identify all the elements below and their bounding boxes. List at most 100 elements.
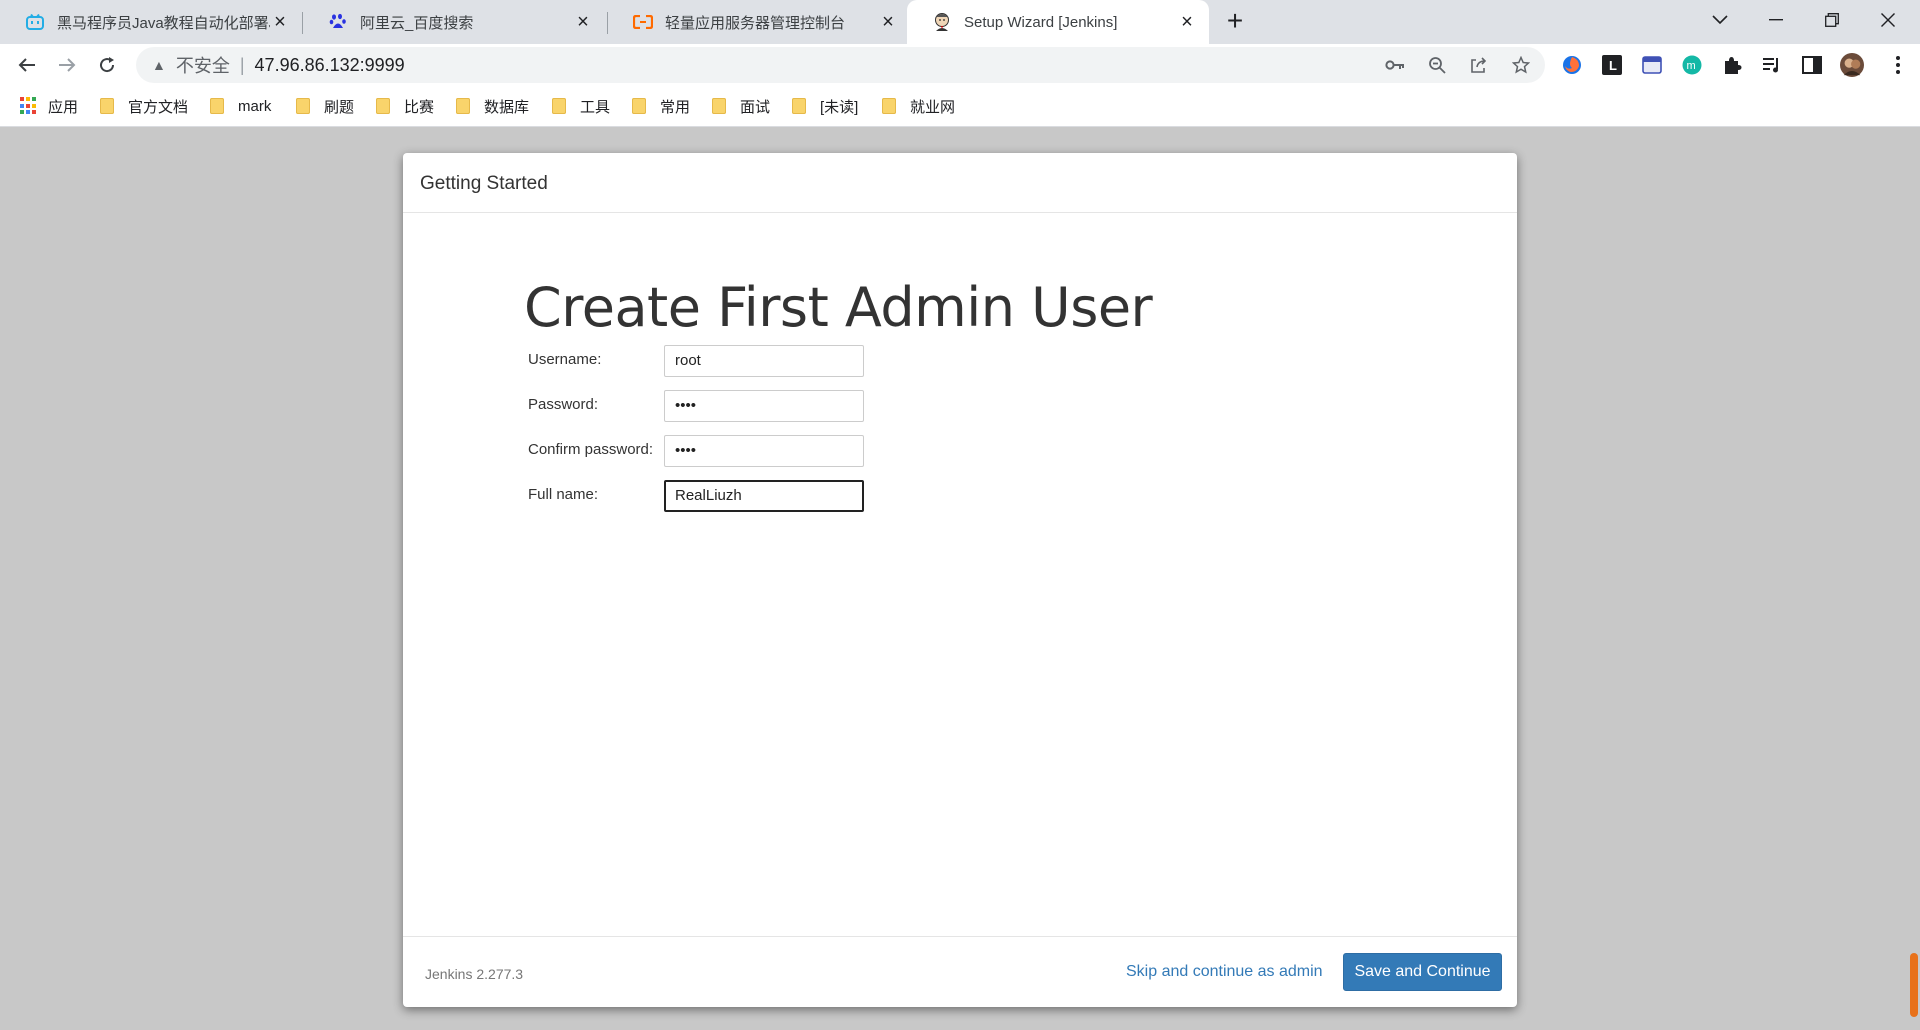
folder-icon <box>210 98 224 114</box>
address-bar[interactable]: ▲ 不安全 | 47.96.86.132:9999 <box>136 47 1545 83</box>
bookmark-folder[interactable]: 官方文档 <box>100 96 188 116</box>
tab-close-icon[interactable]: × <box>878 12 898 32</box>
browser-tab[interactable]: 黑马程序员Java教程自动化部署J × <box>0 0 302 44</box>
bookmark-label: 官方文档 <box>128 98 189 116</box>
bookmark-folder[interactable]: mark <box>210 96 271 116</box>
tab-title: 阿里云_百度搜索 <box>360 14 474 32</box>
reload-icon[interactable] <box>93 51 121 79</box>
extension-l-icon[interactable]: L <box>1600 53 1624 77</box>
bookmark-label: [未读] <box>820 98 859 116</box>
scrollbar-thumb[interactable] <box>1910 953 1918 1017</box>
folder-icon <box>296 98 310 114</box>
bookmark-folder[interactable]: 工具 <box>552 96 610 116</box>
folder-icon <box>376 98 390 114</box>
bookmark-label: 数据库 <box>484 98 530 116</box>
bookmark-label: 应用 <box>48 98 79 116</box>
full-name-label: Full name: <box>528 486 599 503</box>
security-label[interactable]: 不安全 <box>176 52 230 78</box>
bookmark-folder[interactable]: 刷题 <box>296 96 354 116</box>
folder-icon <box>456 98 470 114</box>
minimize-icon[interactable] <box>1748 0 1804 40</box>
new-tab-icon[interactable]: + <box>1222 7 1248 35</box>
browser-tab[interactable]: 轻量应用服务器管理控制台 × <box>608 0 910 44</box>
key-icon[interactable] <box>1385 55 1405 75</box>
media-controls-icon[interactable] <box>1760 53 1784 77</box>
bookmark-label: 工具 <box>580 98 611 116</box>
folder-icon <box>552 98 566 114</box>
close-window-icon[interactable] <box>1860 0 1916 40</box>
version-label: Jenkins 2.277.3 <box>425 966 524 982</box>
url-text[interactable]: 47.96.86.132:9999 <box>255 55 405 76</box>
username-row: Username: root <box>528 345 928 379</box>
bookmark-label: 面试 <box>740 98 771 116</box>
bookmark-label: 就业网 <box>910 98 956 116</box>
tab-title: Setup Wizard [Jenkins] <box>964 13 1118 31</box>
bookmark-label: 常用 <box>660 98 691 116</box>
profile-avatar[interactable] <box>1840 53 1864 77</box>
back-icon[interactable] <box>13 51 41 79</box>
username-input[interactable]: root <box>664 345 864 377</box>
warning-icon[interactable]: ▲ <box>152 57 166 73</box>
folder-icon <box>632 98 646 114</box>
browser-toolbar: ▲ 不安全 | 47.96.86.132:9999 L m <box>0 44 1920 86</box>
tab-search-icon[interactable] <box>1692 0 1748 40</box>
tab-strip: 黑马程序员Java教程自动化部署J × 阿里云_百度搜索 × 轻量应用服务器管理… <box>0 0 1920 44</box>
password-input[interactable]: •••• <box>664 390 864 422</box>
bookmark-folder[interactable]: 数据库 <box>456 96 529 116</box>
confirm-password-label: Confirm password: <box>528 441 654 458</box>
bookmark-folder[interactable]: 比赛 <box>376 96 434 116</box>
bookmark-star-icon[interactable] <box>1511 55 1531 75</box>
password-row: Password: •••• <box>528 390 928 424</box>
dialog-body: Create First Admin User Username: root P… <box>403 214 1517 936</box>
aliyun-icon <box>633 12 653 32</box>
confirm-password-input[interactable]: •••• <box>664 435 864 467</box>
extension-m-icon[interactable]: m <box>1680 53 1704 77</box>
baidu-paw-icon <box>328 12 348 32</box>
dialog-footer: Jenkins 2.277.3 Skip and continue as adm… <box>403 936 1517 1007</box>
restore-icon[interactable] <box>1804 0 1860 40</box>
bookmark-folder[interactable]: 常用 <box>632 96 690 116</box>
tab-close-icon[interactable]: × <box>573 12 593 32</box>
extension-firefox-icon[interactable] <box>1560 53 1584 77</box>
username-label: Username: <box>528 351 602 368</box>
bookmark-apps[interactable]: 应用 <box>20 96 78 116</box>
extensions-puzzle-icon[interactable] <box>1720 53 1744 77</box>
share-icon[interactable] <box>1469 55 1489 75</box>
skip-continue-as-admin-link[interactable]: Skip and continue as admin <box>1126 963 1323 981</box>
page-title: Create First Admin User <box>524 276 1153 339</box>
bookmarks-bar: 应用 官方文档 mark 刷题 比赛 数据库 工具 常用 面试 [未读] 就业网 <box>0 86 1920 127</box>
address-divider: | <box>239 54 245 75</box>
folder-icon <box>712 98 726 114</box>
save-and-continue-button[interactable]: Save and Continue <box>1343 953 1502 991</box>
side-panel-icon[interactable] <box>1800 53 1824 77</box>
address-bar-actions <box>1385 47 1531 83</box>
bookmark-label: 刷题 <box>324 98 355 116</box>
full-name-input[interactable]: RealLiuzh <box>664 480 864 512</box>
folder-icon <box>100 98 114 114</box>
menu-kebab-icon[interactable] <box>1886 53 1910 77</box>
browser-tab[interactable]: 阿里云_百度搜索 × <box>303 0 605 44</box>
svg-text:L: L <box>1609 58 1617 73</box>
setup-wizard-dialog: Getting Started Create First Admin User … <box>403 153 1517 1007</box>
zoom-out-icon[interactable] <box>1427 55 1447 75</box>
bookmark-folder[interactable]: 就业网 <box>882 96 955 116</box>
tab-title: 轻量应用服务器管理控制台 <box>665 14 846 32</box>
bookmark-label: 比赛 <box>404 98 435 116</box>
bookmark-label: mark <box>238 97 272 115</box>
tab-close-icon[interactable]: × <box>1177 12 1197 32</box>
bilibili-icon <box>25 12 45 32</box>
password-label: Password: <box>528 396 599 413</box>
apps-grid-icon <box>20 97 38 115</box>
confirm-password-row: Confirm password: •••• <box>528 435 928 469</box>
browser-tab-active[interactable]: Setup Wizard [Jenkins] × <box>907 0 1209 44</box>
folder-icon <box>882 98 896 114</box>
forward-icon[interactable] <box>53 51 81 79</box>
full-name-row: Full name: RealLiuzh <box>528 480 928 514</box>
extension-window-icon[interactable] <box>1640 53 1664 77</box>
dialog-header: Getting Started <box>403 153 1517 213</box>
tab-title: 黑马程序员Java教程自动化部署J <box>57 14 270 32</box>
tab-close-icon[interactable]: × <box>270 12 290 32</box>
bookmark-folder[interactable]: [未读] <box>792 96 858 116</box>
jenkins-icon <box>932 12 952 32</box>
bookmark-folder[interactable]: 面试 <box>712 96 770 116</box>
